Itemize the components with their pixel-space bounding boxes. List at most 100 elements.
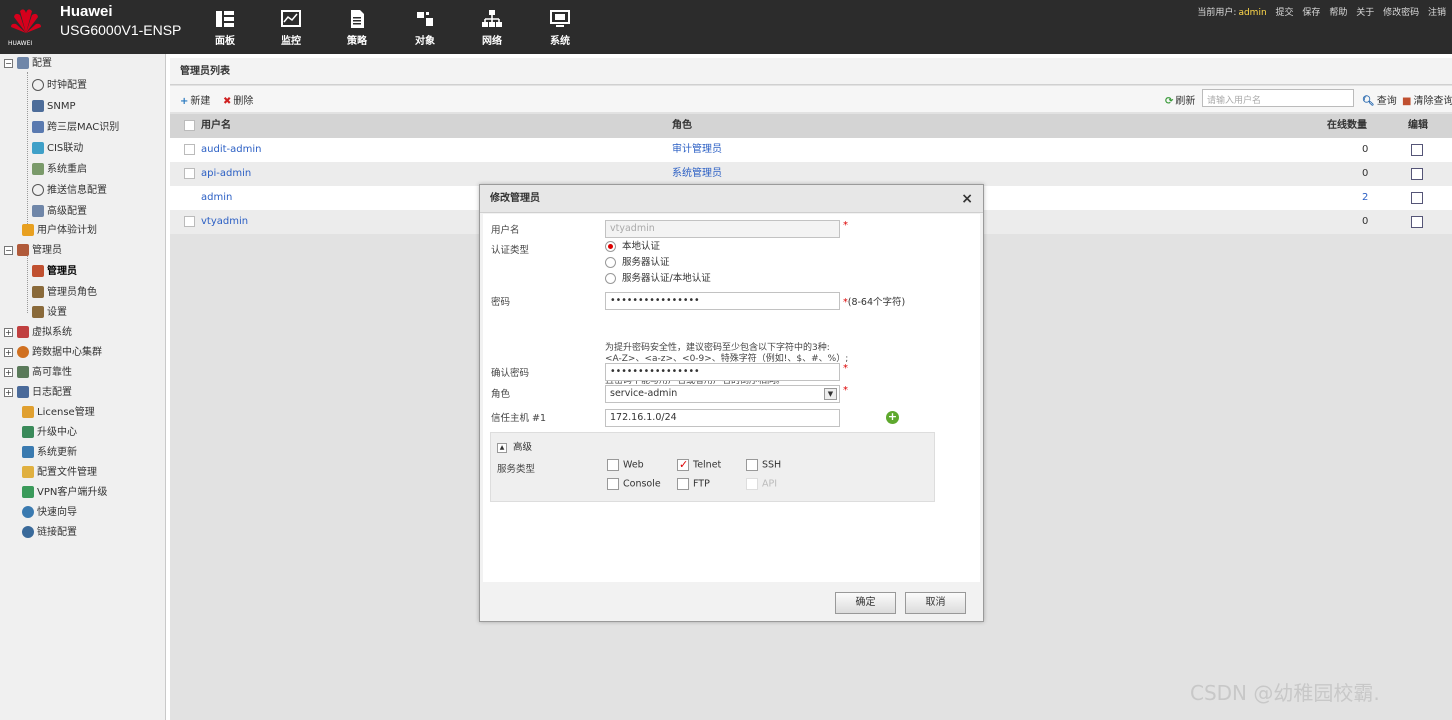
clear-icon: ■ [1402, 96, 1412, 107]
role-cell[interactable]: 审计管理员 [672, 138, 722, 162]
online-cell[interactable]: 2 [1362, 186, 1368, 210]
sidebar-item-clock[interactable]: 时钟配置 [32, 77, 87, 95]
username-cell[interactable]: admin [201, 186, 232, 210]
username-cell[interactable]: audit-admin [201, 138, 261, 162]
select-all-checkbox[interactable] [184, 120, 195, 131]
password-input[interactable]: •••••••••••••••• [605, 292, 840, 310]
role-select[interactable]: service-admin ▼ [605, 385, 840, 403]
chevron-down-icon[interactable]: ▼ [824, 388, 837, 400]
new-button[interactable]: + 新建 [180, 92, 210, 107]
link-save[interactable]: 保存 [1302, 8, 1320, 18]
radio-icon [605, 273, 616, 284]
service-ftp-checkbox[interactable]: FTP [677, 478, 710, 491]
expand-icon[interactable]: + [4, 387, 13, 397]
sidebar-item-advanced[interactable]: 高级配置 [32, 203, 87, 221]
sidebar-item-wizard[interactable]: 快速向导 [22, 504, 77, 522]
row-checkbox[interactable] [184, 144, 195, 155]
config-icon [17, 57, 29, 69]
link-about[interactable]: 关于 [1356, 8, 1374, 18]
sidebar-item-settings[interactable]: 设置 [32, 304, 67, 322]
collapse-icon[interactable]: ▲ [497, 442, 507, 453]
auth-local-radio[interactable]: 本地认证 [605, 241, 660, 253]
edit-icon[interactable] [1411, 216, 1423, 228]
username-cell[interactable]: api-admin [201, 162, 251, 186]
advanced-icon [32, 205, 44, 217]
username-label: 用户名 [491, 225, 520, 236]
link-commit[interactable]: 提交 [1276, 8, 1294, 18]
sidebar-item-license[interactable]: License管理 [22, 404, 95, 422]
sidebar-item-ha[interactable]: + 高可靠性 [4, 364, 72, 382]
service-web-checkbox[interactable]: Web [607, 459, 644, 472]
settings-icon [32, 306, 44, 318]
nav-policy[interactable]: 策略 [335, 8, 379, 52]
sidebar-item-log[interactable]: + 日志配置 [4, 384, 72, 402]
radio-icon [605, 257, 616, 268]
add-host-icon[interactable]: + [886, 411, 899, 424]
row-checkbox[interactable] [184, 168, 195, 179]
cancel-button[interactable]: 取消 [905, 592, 966, 614]
sidebar-item-cluster[interactable]: + 跨数据中心集群 [4, 344, 102, 362]
auth-server-local-radio[interactable]: 服务器认证/本地认证 [605, 273, 711, 285]
sidebar-item-admin-group[interactable]: − 管理员 [4, 242, 62, 260]
nav-dashboard[interactable]: 面板 [203, 8, 247, 52]
checkbox-checked-icon [677, 459, 689, 471]
service-telnet-checkbox[interactable]: Telnet [677, 459, 721, 472]
delete-button[interactable]: ✖ 删除 [223, 92, 253, 107]
ok-button[interactable]: 确定 [835, 592, 896, 614]
nav-label: 系统 [550, 36, 570, 47]
expand-icon[interactable]: + [4, 347, 13, 357]
cluster-icon [17, 346, 29, 358]
link-change-password[interactable]: 修改密码 [1383, 8, 1419, 18]
edit-icon[interactable] [1411, 144, 1423, 156]
table-row[interactable]: audit-admin 审计管理员 0 [170, 138, 1452, 162]
expand-icon[interactable]: + [4, 367, 13, 377]
service-console-checkbox[interactable]: Console [607, 478, 661, 491]
column-role: 角色 [672, 120, 692, 131]
nav-network[interactable]: 网络 [470, 8, 514, 52]
sidebar-item-sysupdate[interactable]: 系统更新 [22, 444, 77, 462]
sidebar-item-vpn-client[interactable]: VPN客户端升级 [22, 484, 107, 502]
link-help[interactable]: 帮助 [1329, 8, 1347, 18]
auth-server-radio[interactable]: 服务器认证 [605, 257, 670, 269]
collapse-icon[interactable]: − [4, 245, 13, 255]
sidebar-item-config[interactable]: − 配置 [4, 55, 52, 73]
sidebar-item-reboot[interactable]: 系统重启 [32, 161, 87, 179]
sidebar-item-push[interactable]: 推送信息配置 [32, 182, 107, 200]
trusted-host-input[interactable]: 172.16.1.0/24 [605, 409, 840, 427]
close-icon[interactable]: × [961, 185, 973, 213]
table-row[interactable]: api-admin 系统管理员 0 [170, 162, 1452, 186]
collapse-icon[interactable]: − [4, 58, 13, 68]
sidebar-item-link-config[interactable]: 链接配置 [22, 524, 77, 542]
service-ssh-checkbox[interactable]: SSH [746, 459, 781, 472]
nav-object[interactable]: 对象 [403, 8, 447, 52]
sidebar-item-mac[interactable]: 跨三层MAC识别 [32, 119, 119, 137]
sidebar-item-cis[interactable]: CIS联动 [32, 140, 83, 158]
sidebar-item-admin-role[interactable]: 管理员角色 [32, 284, 97, 302]
link-logout[interactable]: 注销 [1428, 8, 1446, 18]
table-header: 用户名 角色 在线数量 编辑 [170, 114, 1452, 138]
refresh-icon: ⟳ [1165, 96, 1174, 107]
sidebar-item-admin[interactable]: 管理员 [32, 263, 77, 281]
sidebar-item-ux[interactable]: 用户体验计划 [22, 222, 97, 240]
sidebar-item-vsys[interactable]: + 虚拟系统 [4, 324, 72, 342]
clear-query-button[interactable]: ■ 清除查询 [1402, 92, 1452, 107]
expand-icon[interactable]: + [4, 327, 13, 337]
column-online: 在线数量 [1327, 120, 1367, 131]
required-mark: * [843, 363, 848, 374]
edit-icon[interactable] [1411, 192, 1423, 204]
sidebar-item-upgrade[interactable]: 升级中心 [22, 424, 77, 442]
role-cell[interactable]: 系统管理员 [672, 162, 722, 186]
query-button[interactable]: 🔍︎ 查询 [1362, 92, 1397, 107]
refresh-button[interactable]: ⟳ 刷新 [1165, 92, 1195, 107]
advanced-toggle[interactable]: ▲ 高级 [497, 439, 532, 453]
nav-monitor[interactable]: 监控 [269, 8, 313, 52]
dialog-body: 用户名 vtyadmin * 认证类型 本地认证 服务器认证 服务器认证/本地认… [483, 214, 980, 582]
row-checkbox[interactable] [184, 216, 195, 227]
search-input[interactable]: 请输入用户名 [1202, 89, 1354, 107]
sidebar-item-config-file[interactable]: 配置文件管理 [22, 464, 97, 482]
confirm-password-input[interactable]: •••••••••••••••• [605, 363, 840, 381]
edit-icon[interactable] [1411, 168, 1423, 180]
sidebar-item-snmp[interactable]: SNMP [32, 98, 76, 116]
nav-system[interactable]: 系统 [538, 8, 582, 52]
username-cell[interactable]: vtyadmin [201, 210, 248, 234]
